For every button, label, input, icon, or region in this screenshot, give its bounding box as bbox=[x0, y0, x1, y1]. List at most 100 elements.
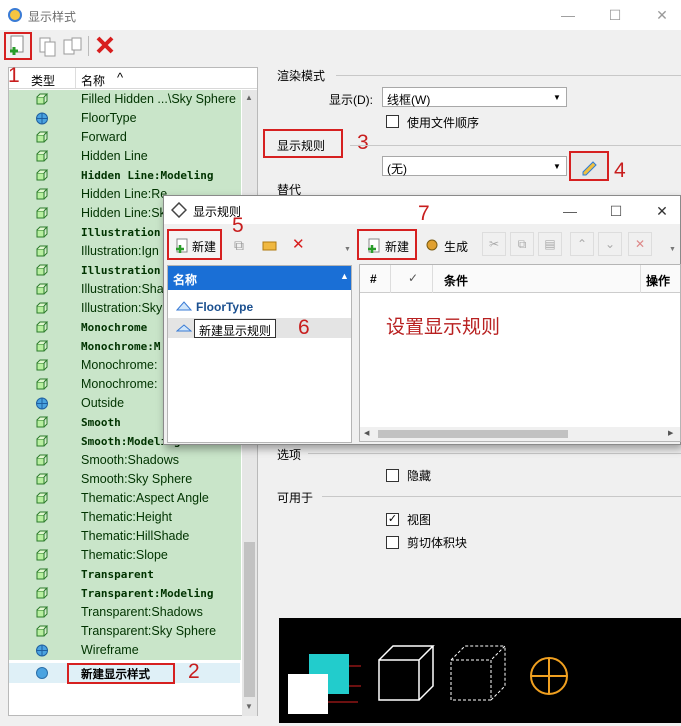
list-item-label: Transparent:Modeling bbox=[81, 587, 214, 600]
new-style-button[interactable] bbox=[4, 32, 32, 60]
minimize-button[interactable]: — bbox=[556, 4, 580, 26]
list-item[interactable]: Transparent bbox=[9, 565, 241, 584]
copy-icon[interactable]: ⧉ bbox=[510, 232, 534, 256]
dialog-close-button[interactable]: ✕ bbox=[650, 200, 674, 222]
list-item[interactable]: Transparent:Shadows bbox=[9, 603, 241, 622]
delete-icon[interactable]: ✕ bbox=[292, 235, 305, 253]
edit-rules-icon bbox=[582, 161, 597, 176]
rule-name-edit-field[interactable]: 新建显示规则 bbox=[194, 319, 276, 338]
rules-dialog: 显示规则 — ☐ ✕ 5 7 新建 ⧉ ✕ ▼ 名称 ▲ FloorType 新… bbox=[163, 195, 681, 445]
rule-item-icon bbox=[176, 301, 192, 311]
view-label: 视图 bbox=[407, 513, 432, 527]
maximize-button[interactable]: ☐ bbox=[603, 4, 627, 26]
style-cube-icon bbox=[36, 321, 49, 333]
dialog-minimize-button[interactable]: — bbox=[558, 200, 582, 222]
options-label: 选项 bbox=[277, 448, 302, 462]
col-type-header[interactable]: 类型 bbox=[31, 72, 55, 89]
list-item-label: Forward bbox=[81, 130, 127, 144]
list-item[interactable]: Transparent:Sky Sphere bbox=[9, 622, 241, 641]
style-cube-icon bbox=[36, 359, 49, 371]
list-item[interactable]: Forward bbox=[9, 128, 241, 147]
hscroll-thumb[interactable] bbox=[378, 430, 568, 438]
clip-checkbox[interactable] bbox=[386, 536, 399, 549]
display-mode-select[interactable]: 线框(W) ▼ bbox=[382, 87, 567, 107]
overflow-chevron-icon[interactable]: ▼ bbox=[344, 246, 351, 253]
col-name-header[interactable]: 名称 bbox=[81, 72, 105, 89]
list-item-label: Hidden Line:Sk bbox=[81, 206, 166, 220]
grid-header: # ✓ 条件 操作 bbox=[360, 265, 680, 293]
edit-rules-button[interactable] bbox=[569, 151, 609, 181]
rule-item-label: FloorType bbox=[196, 300, 254, 314]
list-item[interactable]: Smooth:Shadows bbox=[9, 451, 241, 470]
overflow-chevron-icon[interactable]: ▼ bbox=[669, 246, 676, 253]
col-action-header: 操作 bbox=[646, 274, 671, 288]
move-up-icon[interactable]: ⌃ bbox=[570, 232, 594, 256]
scroll-thumb[interactable] bbox=[244, 542, 255, 697]
list-item-label: Illustration:Sky bbox=[81, 301, 163, 315]
list-item-label: Filled Hidden ...\Sky Sphere bbox=[81, 92, 236, 106]
hide-checkbox[interactable] bbox=[386, 469, 399, 482]
rule-list[interactable]: 名称 ▲ FloorType 新建显示规则 6 bbox=[167, 265, 352, 443]
rule-item-floortype[interactable]: FloorType bbox=[168, 297, 351, 317]
clip-label: 剪切体积块 bbox=[407, 536, 468, 550]
scroll-right-icon[interactable]: ▶ bbox=[668, 429, 673, 437]
list-item[interactable]: Thematic:Aspect Angle bbox=[9, 489, 241, 508]
close-button[interactable]: ✕ bbox=[650, 4, 674, 26]
list-item[interactable]: Filled Hidden ...\Sky Sphere bbox=[9, 90, 241, 109]
list-item-label: Thematic:Slope bbox=[81, 548, 168, 562]
list-item[interactable]: FloorType bbox=[9, 109, 241, 128]
dialog-new2-label: 新建 bbox=[385, 240, 410, 254]
list-item[interactable]: Hidden Line:Modeling bbox=[9, 166, 241, 185]
list-item[interactable]: Transparent:Modeling bbox=[9, 584, 241, 603]
scroll-up-icon[interactable]: ▲ bbox=[245, 93, 253, 102]
list-item[interactable]: Hidden Line bbox=[9, 147, 241, 166]
dialog-new-condition-button[interactable]: 新建 bbox=[357, 229, 417, 260]
list-item[interactable]: Thematic:Height bbox=[9, 508, 241, 527]
rename-button[interactable] bbox=[62, 36, 84, 61]
rules-select[interactable]: (无) ▼ bbox=[382, 156, 567, 176]
paste-icon[interactable]: ▤ bbox=[538, 232, 562, 256]
dialog-maximize-button[interactable]: ☐ bbox=[604, 200, 628, 222]
dialog-new-label: 新建 bbox=[192, 240, 217, 254]
preview-graphic bbox=[288, 645, 568, 714]
copy-icon[interactable]: ⧉ bbox=[234, 237, 244, 254]
list-item[interactable]: Wireframe bbox=[9, 641, 241, 660]
step-1-label: 1 bbox=[8, 64, 20, 87]
style-cube-icon bbox=[36, 188, 49, 200]
list-item[interactable]: Smooth:Sky Sphere bbox=[9, 470, 241, 489]
condition-grid[interactable]: # ✓ 条件 操作 设置显示规则 ◀ ▶ bbox=[359, 264, 681, 442]
use-file-order-checkbox[interactable] bbox=[386, 115, 399, 128]
style-cube-icon bbox=[36, 530, 49, 542]
rule-list-name-header[interactable]: 名称 bbox=[173, 271, 197, 288]
app-icon bbox=[8, 8, 22, 22]
toolbar-divider bbox=[88, 36, 89, 56]
dialog-new-rule-button[interactable]: 新建 bbox=[167, 229, 222, 260]
list-item-label: Monochrome: bbox=[81, 358, 158, 372]
rule-item-new[interactable]: 新建显示规则 6 bbox=[168, 316, 351, 339]
view-checkbox[interactable]: ✓ bbox=[386, 513, 399, 526]
chevron-down-icon: ▼ bbox=[553, 162, 561, 171]
list-item-label: Hidden Line:Modeling bbox=[81, 169, 214, 182]
grid-hscrollbar[interactable]: ◀ ▶ bbox=[360, 427, 680, 441]
list-item[interactable]: Thematic:Slope bbox=[9, 546, 241, 565]
list-item-label: Illustration:Ign bbox=[81, 244, 159, 258]
style-cube-icon bbox=[36, 93, 49, 105]
cut-icon[interactable]: ✂ bbox=[482, 232, 506, 256]
copy-button[interactable] bbox=[38, 36, 58, 61]
scroll-left-icon[interactable]: ◀ bbox=[364, 429, 369, 437]
list-item-new-style[interactable]: 新建显示样式 bbox=[9, 663, 240, 684]
grid-divider bbox=[432, 265, 433, 293]
folder-icon[interactable] bbox=[262, 236, 278, 252]
delete-condition-icon[interactable]: ✕ bbox=[628, 232, 652, 256]
style-cube-icon bbox=[36, 302, 49, 314]
col-hash-header: # bbox=[370, 272, 377, 286]
list-item-label: Thematic:Height bbox=[81, 510, 173, 524]
scroll-down-icon[interactable]: ▼ bbox=[245, 702, 253, 711]
generate-button[interactable]: 生成 bbox=[444, 238, 468, 255]
move-down-icon[interactable]: ⌄ bbox=[598, 232, 622, 256]
list-item[interactable]: Thematic:HillShade bbox=[9, 527, 241, 546]
new-document-icon bbox=[176, 238, 188, 253]
delete-icon bbox=[96, 36, 114, 54]
step-5-label: 5 bbox=[232, 214, 244, 237]
delete-button[interactable] bbox=[94, 34, 116, 59]
